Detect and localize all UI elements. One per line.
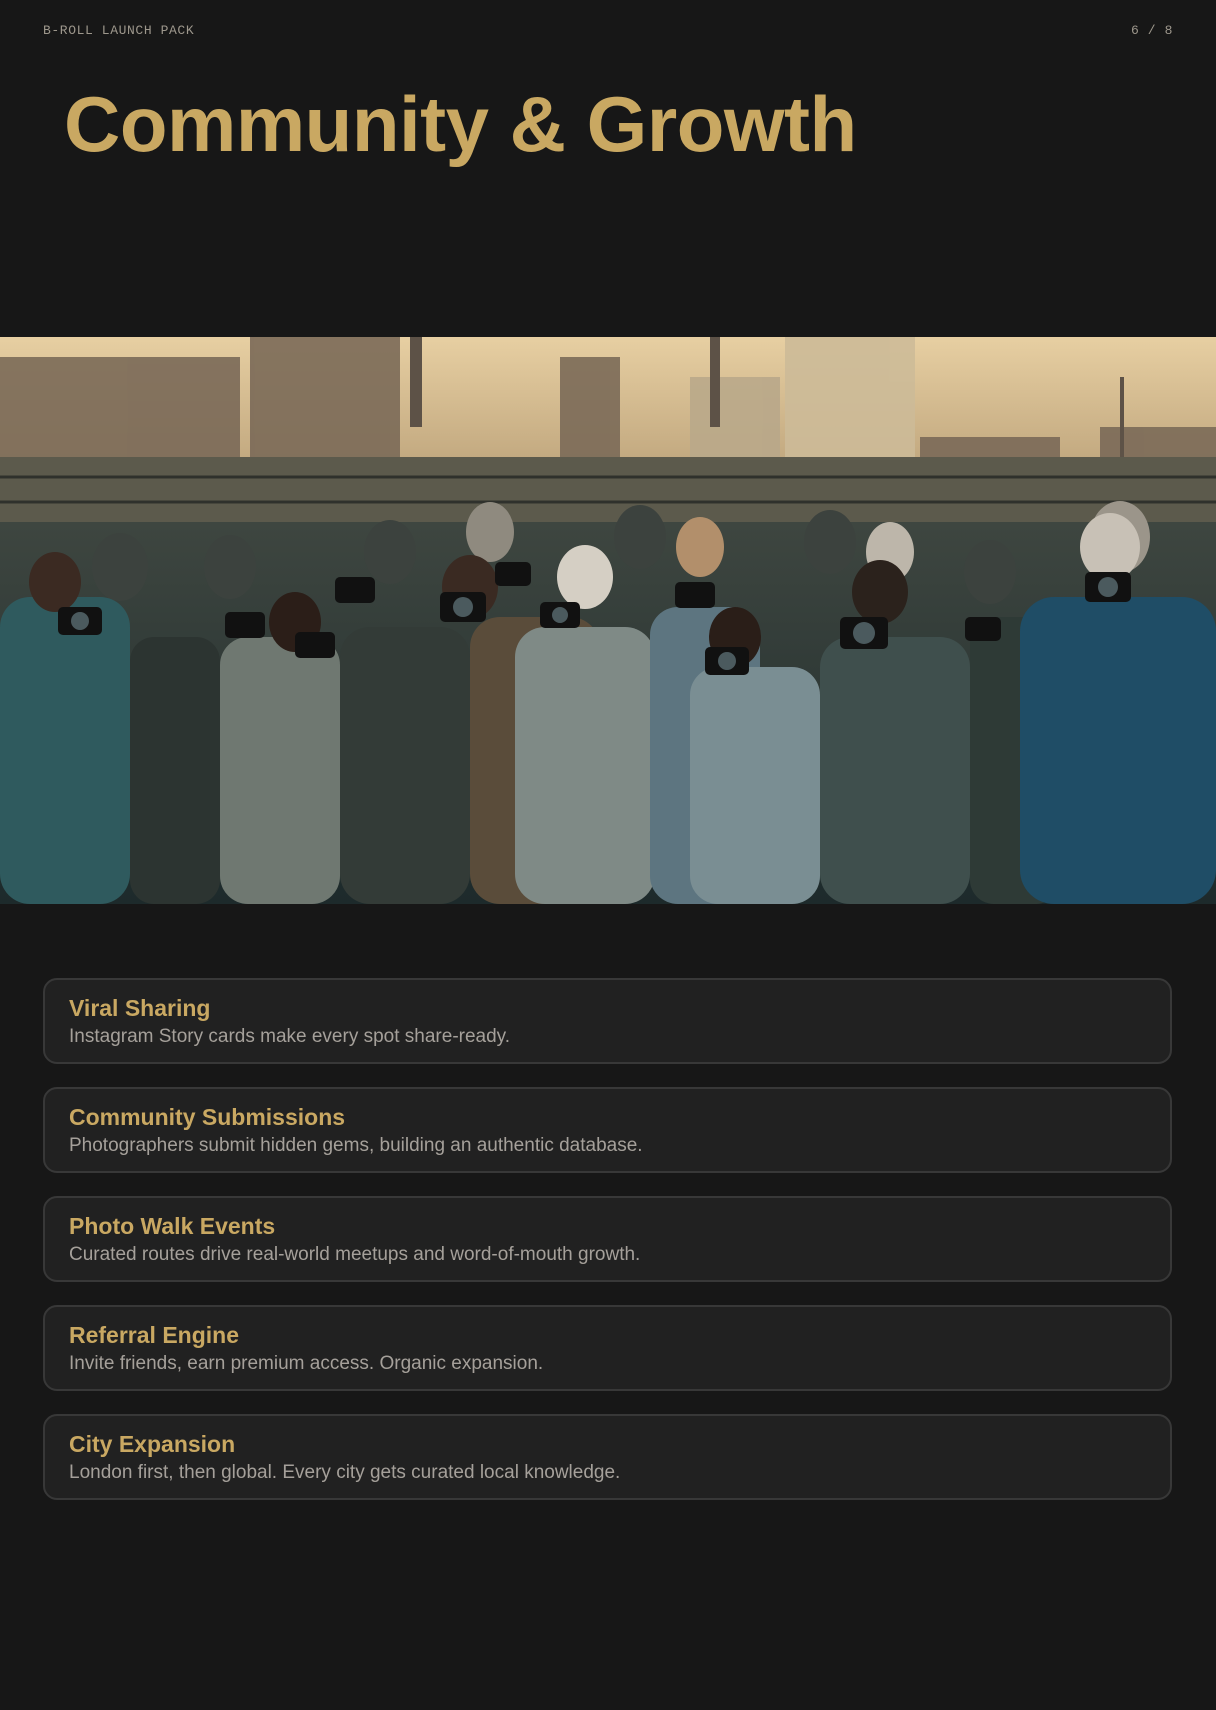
card-title: City Expansion (69, 1431, 236, 1457)
card-description: Instagram Story cards make every spot sh… (69, 1026, 511, 1047)
feature-card-referral-engine: Referral Engine Invite friends, earn pre… (43, 1305, 1172, 1391)
card-description: London first, then global. Every city ge… (69, 1462, 621, 1483)
feature-card-photo-walk-events: Photo Walk Events Curated routes drive r… (43, 1196, 1172, 1282)
card-title: Referral Engine (69, 1322, 239, 1348)
card-description: Invite friends, earn premium access. Org… (69, 1353, 544, 1374)
card-title: Viral Sharing (69, 995, 211, 1021)
slide-header: B-ROLL LAUNCH PACK 6 / 8 (43, 22, 1173, 38)
brand-label: B-ROLL LAUNCH PACK (43, 22, 195, 38)
hero-photo (0, 337, 1216, 904)
feature-card-viral-sharing: Viral Sharing Instagram Story cards make… (43, 978, 1172, 1064)
feature-card-city-expansion: City Expansion London first, then global… (43, 1414, 1172, 1500)
card-description: Photographers submit hidden gems, buildi… (69, 1135, 643, 1156)
feature-card-list: Viral Sharing Instagram Story cards make… (43, 978, 1172, 1523)
card-title: Photo Walk Events (69, 1213, 276, 1239)
card-title: Community Submissions (69, 1104, 346, 1130)
feature-card-community-submissions: Community Submissions Photographers subm… (43, 1087, 1172, 1173)
photo-crowd-photographers-image (0, 337, 1216, 904)
page-indicator: 6 / 8 (1130, 22, 1173, 38)
card-description: Curated routes drive real-world meetups … (69, 1244, 641, 1265)
page-title: Community & Growth (64, 80, 857, 168)
